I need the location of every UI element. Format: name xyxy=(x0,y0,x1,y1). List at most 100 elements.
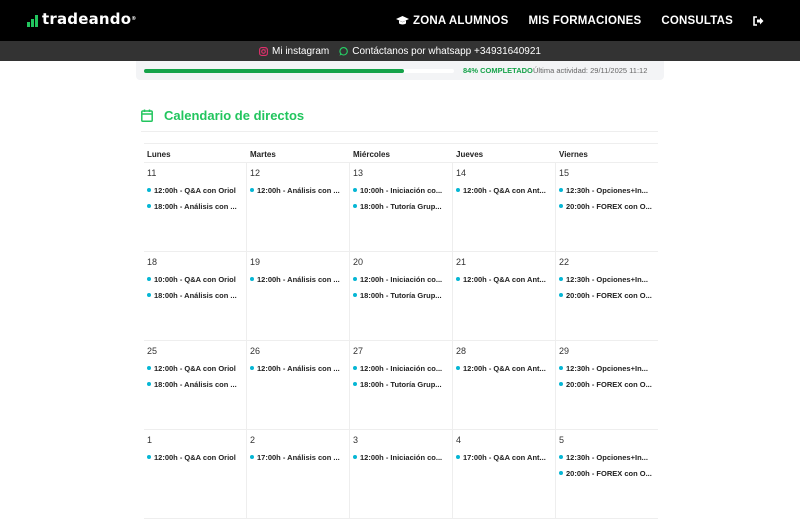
event-dot-icon xyxy=(147,277,151,281)
calendar-event[interactable]: 18:00h - Tutoría Grup... xyxy=(353,198,452,214)
calendar-day-cell: 29 12:30h - Opciones+In... 20:00h - FOREX … xyxy=(556,341,658,430)
calendar-day-cell: 13 10:00h - Iniciación co... 18:00h - Tuto… xyxy=(350,163,453,252)
calendar-event[interactable]: 12:00h - Q&A con Ant... xyxy=(456,360,555,376)
event-label: 12:30h - Opciones+In... xyxy=(566,452,648,462)
event-label: 18:00h - Tutoría Grup... xyxy=(360,379,442,389)
event-label: 12:00h - Iniciación co... xyxy=(360,363,443,373)
calendar-event[interactable]: 12:30h - Opciones+In... xyxy=(559,271,658,287)
event-label: 12:00h - Iniciación co... xyxy=(360,452,443,462)
calendar-event[interactable]: 18:00h - Tutoría Grup... xyxy=(353,376,452,392)
course-progress-card: 84% COMPLETADO Última actividad: 29/11/2… xyxy=(136,61,664,80)
event-label: 17:00h - Q&A con Ant... xyxy=(463,452,546,462)
calendar-icon xyxy=(141,109,153,122)
calendar-day-cell: 4 17:00h - Q&A con Ant... xyxy=(453,430,556,519)
event-dot-icon xyxy=(353,366,357,370)
day-number: 20 xyxy=(353,257,364,267)
event-dot-icon xyxy=(250,188,254,192)
event-label: 12:00h - Análisis con ... xyxy=(257,274,340,284)
calendar-day-cell: 14 12:00h - Q&A con Ant... xyxy=(453,163,556,252)
calendar-event[interactable]: 10:00h - Iniciación co... xyxy=(353,182,452,198)
calendar-event[interactable]: 12:00h - Análisis con ... xyxy=(250,360,349,376)
calendar-event[interactable]: 18:00h - Análisis con ... xyxy=(147,376,246,392)
calendar-event[interactable]: 12:00h - Análisis con ... xyxy=(250,182,349,198)
calendar-event[interactable]: 12:00h - Análisis con ... xyxy=(250,271,349,287)
event-dot-icon xyxy=(147,455,151,459)
event-dot-icon xyxy=(147,188,151,192)
calendar-event[interactable]: 12:00h - Q&A con Ant... xyxy=(456,182,555,198)
calendar-event[interactable]: 12:00h - Q&A con Oriol xyxy=(147,449,246,465)
day-number: 4 xyxy=(456,435,462,445)
calendar-day-cell: 3 12:00h - Iniciación co... xyxy=(350,430,453,519)
calendar-day-cell: 5 12:30h - Opciones+In... 20:00h - FOREX c… xyxy=(556,430,658,519)
calendar-grid: Lunes Martes Miércoles Jueves Viernes 11… xyxy=(144,143,658,519)
calendar-event[interactable]: 10:00h - Q&A con Oriol xyxy=(147,271,246,287)
event-label: 18:00h - Tutoría Grup... xyxy=(360,201,442,211)
nav-mis-formaciones[interactable]: MIS FORMACIONES xyxy=(528,15,641,27)
nav-zona-alumnos[interactable]: ZONA ALUMNOS xyxy=(395,15,508,27)
calendar-day-cell: 28 12:00h - Q&A con Ant... xyxy=(453,341,556,430)
brand-name: tradeando® xyxy=(42,10,137,28)
event-label: 12:00h - Q&A con Ant... xyxy=(463,274,546,284)
contact-bar: Mi instagram Contáctanos por whatsapp +3… xyxy=(0,41,800,61)
calendar-event[interactable]: 12:30h - Opciones+In... xyxy=(559,182,658,198)
nav-consultas[interactable]: CONSULTAS xyxy=(661,15,733,27)
calendar-week-row: 11 12:00h - Q&A con Oriol 18:00h - Análisi… xyxy=(144,163,658,252)
nav-label: CONSULTAS xyxy=(661,14,733,27)
graduation-cap-icon xyxy=(395,15,409,24)
calendar-event[interactable]: 12:30h - Opciones+In... xyxy=(559,360,658,376)
weekday-header: Miércoles xyxy=(353,150,390,159)
calendar-header: Calendario de directos xyxy=(141,108,304,123)
day-number: 13 xyxy=(353,168,364,178)
calendar-event[interactable]: 12:00h - Iniciación co... xyxy=(353,360,452,376)
event-dot-icon xyxy=(147,204,151,208)
day-number: 1 xyxy=(147,435,153,445)
weekday-header: Jueves xyxy=(456,150,484,159)
event-dot-icon xyxy=(250,366,254,370)
calendar-event[interactable]: 17:00h - Q&A con Ant... xyxy=(456,449,555,465)
brand-logo[interactable]: tradeando® xyxy=(27,11,136,27)
calendar-event[interactable]: 12:00h - Q&A con Oriol xyxy=(147,182,246,198)
event-label: 20:00h - FOREX con O... xyxy=(566,290,652,300)
day-number: 21 xyxy=(456,257,467,267)
calendar-event[interactable]: 18:00h - Análisis con ... xyxy=(147,198,246,214)
event-label: 12:00h - Q&A con Oriol xyxy=(154,452,236,462)
event-dot-icon xyxy=(456,188,460,192)
instagram-link[interactable]: Mi instagram xyxy=(259,46,329,57)
last-activity-label: Última actividad: 29/11/2025 11:12 xyxy=(533,66,648,75)
calendar-event[interactable]: 12:00h - Iniciación co... xyxy=(353,271,452,287)
day-number: 19 xyxy=(250,257,261,267)
calendar-event[interactable]: 20:00h - FOREX con O... xyxy=(559,287,658,303)
event-label: 12:00h - Análisis con ... xyxy=(257,185,340,195)
calendar-event[interactable]: 18:00h - Tutoría Grup... xyxy=(353,287,452,303)
calendar-day-cell: 19 12:00h - Análisis con ... xyxy=(247,252,350,341)
event-dot-icon xyxy=(456,277,460,281)
calendar-event[interactable]: 20:00h - FOREX con O... xyxy=(559,198,658,214)
event-label: 18:00h - Análisis con ... xyxy=(154,201,237,211)
calendar-day-cell: 11 12:00h - Q&A con Oriol 18:00h - Análisi… xyxy=(144,163,247,252)
calendar-event[interactable]: 17:00h - Análisis con ... xyxy=(250,449,349,465)
event-label: 12:30h - Opciones+In... xyxy=(566,185,648,195)
event-dot-icon xyxy=(559,188,563,192)
event-dot-icon xyxy=(559,471,563,475)
calendar-event[interactable]: 20:00h - FOREX con O... xyxy=(559,376,658,392)
weekday-header-row: Lunes Martes Miércoles Jueves Viernes xyxy=(144,143,658,163)
day-number: 5 xyxy=(559,435,565,445)
whatsapp-link[interactable]: Contáctanos por whatsapp +34931640921 xyxy=(339,46,541,57)
calendar-day-cell: 27 12:00h - Iniciación co... 18:00h - Tuto… xyxy=(350,341,453,430)
signal-bars-icon xyxy=(27,15,38,27)
sign-out-icon xyxy=(753,15,764,26)
calendar-event[interactable]: 12:00h - Iniciación co... xyxy=(353,449,452,465)
calendar-event[interactable]: 12:00h - Q&A con Ant... xyxy=(456,271,555,287)
calendar-day-cell: 2 17:00h - Análisis con ... xyxy=(247,430,350,519)
calendar-event[interactable]: 20:00h - FOREX con O... xyxy=(559,465,658,481)
calendar-event[interactable]: 12:30h - Opciones+In... xyxy=(559,449,658,465)
calendar-day-cell: 21 12:00h - Q&A con Ant... xyxy=(453,252,556,341)
day-number: 28 xyxy=(456,346,467,356)
logout-button[interactable] xyxy=(753,15,764,26)
top-navbar: tradeando® ZONA ALUMNOS MIS FORMACIONES … xyxy=(0,0,800,41)
event-dot-icon xyxy=(147,366,151,370)
section-divider xyxy=(141,131,658,132)
calendar-weeks: 11 12:00h - Q&A con Oriol 18:00h - Análisi… xyxy=(144,163,658,519)
calendar-event[interactable]: 18:00h - Análisis con ... xyxy=(147,287,246,303)
calendar-event[interactable]: 12:00h - Q&A con Oriol xyxy=(147,360,246,376)
